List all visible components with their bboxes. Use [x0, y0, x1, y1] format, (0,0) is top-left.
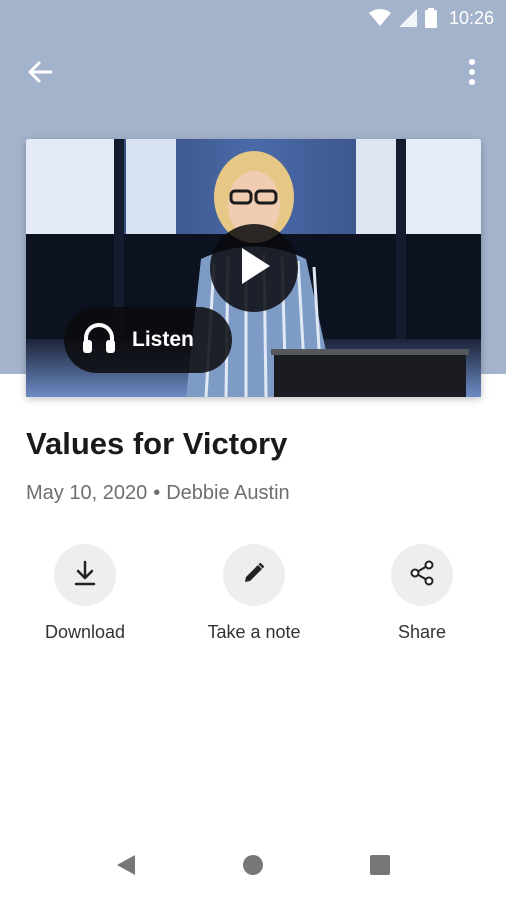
wifi-icon [368, 9, 391, 27]
take-a-note-label: Take a note [207, 622, 301, 642]
status-time: 10:26 [448, 7, 494, 28]
download-button[interactable]: Download [15, 544, 155, 643]
play-icon [236, 246, 272, 291]
recents-square-icon [369, 854, 391, 881]
overflow-menu-button[interactable] [452, 54, 492, 94]
battery-icon [424, 8, 437, 28]
share-icon-circle [391, 544, 453, 606]
meta-separator: • [153, 482, 161, 504]
more-vert-icon [468, 58, 476, 90]
download-icon [73, 560, 97, 591]
status-bar: 10:26 [0, 0, 506, 36]
nav-recents-button[interactable] [365, 852, 395, 882]
back-button[interactable] [20, 54, 60, 94]
sermon-meta: May 10, 2020 • Debbie Austin [26, 482, 290, 505]
play-button[interactable] [210, 224, 298, 312]
share-button[interactable]: Share [352, 544, 492, 643]
listen-label: Listen [132, 328, 194, 351]
headphones-icon [82, 322, 116, 359]
sermon-date: May 10, 2020 [26, 482, 148, 504]
download-label: Download [44, 622, 126, 642]
nav-home-button[interactable] [238, 852, 268, 882]
share-icon [409, 560, 435, 591]
pencil-icon [242, 561, 266, 590]
pencil-icon-circle [223, 544, 285, 606]
back-triangle-icon [115, 853, 137, 882]
video-thumbnail[interactable]: Listen [26, 139, 481, 397]
download-icon-circle [54, 544, 116, 606]
arrow-back-icon [27, 59, 53, 90]
system-nav-bar [0, 834, 506, 900]
nav-back-button[interactable] [111, 852, 141, 882]
sermon-detail-screen: 10:26 Listen Values for Victory May 10, … [0, 0, 506, 900]
listen-button[interactable]: Listen [64, 307, 232, 373]
sermon-title: Values for Victory [26, 426, 288, 461]
sermon-speaker: Debbie Austin [166, 482, 290, 504]
signal-icon [398, 9, 417, 27]
take-a-note-button[interactable]: Take a note [184, 544, 324, 643]
share-label: Share [397, 622, 447, 642]
home-circle-icon [242, 854, 264, 881]
